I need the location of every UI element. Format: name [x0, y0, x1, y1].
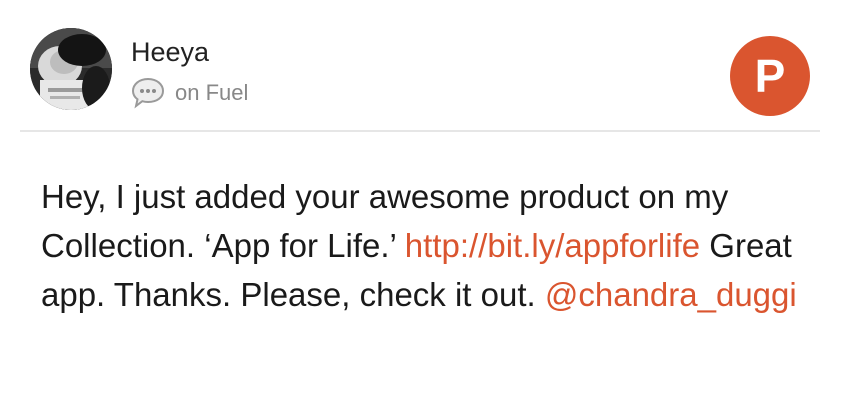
tweet-card: Heeya on Fuel P Hey, I just added your a…: [0, 0, 843, 416]
product-hunt-logo-icon[interactable]: P: [730, 36, 810, 116]
chat-bubble-icon: [131, 77, 165, 109]
message-link[interactable]: http://bit.ly/appforlife: [405, 227, 700, 264]
brand-letter: P: [754, 50, 786, 102]
source-meta: on Fuel: [131, 77, 248, 109]
avatar-photo: [30, 28, 112, 110]
message-text: Hey, I just added your awesome product o…: [41, 172, 821, 319]
source-text: on Fuel: [175, 80, 249, 105]
avatar[interactable]: [30, 28, 112, 110]
user-mention-link[interactable]: @chandra_duggi: [545, 276, 797, 313]
card-header: Heeya on Fuel P: [20, 14, 820, 130]
header-divider: [20, 130, 820, 132]
user-name[interactable]: Heeya: [131, 36, 209, 68]
